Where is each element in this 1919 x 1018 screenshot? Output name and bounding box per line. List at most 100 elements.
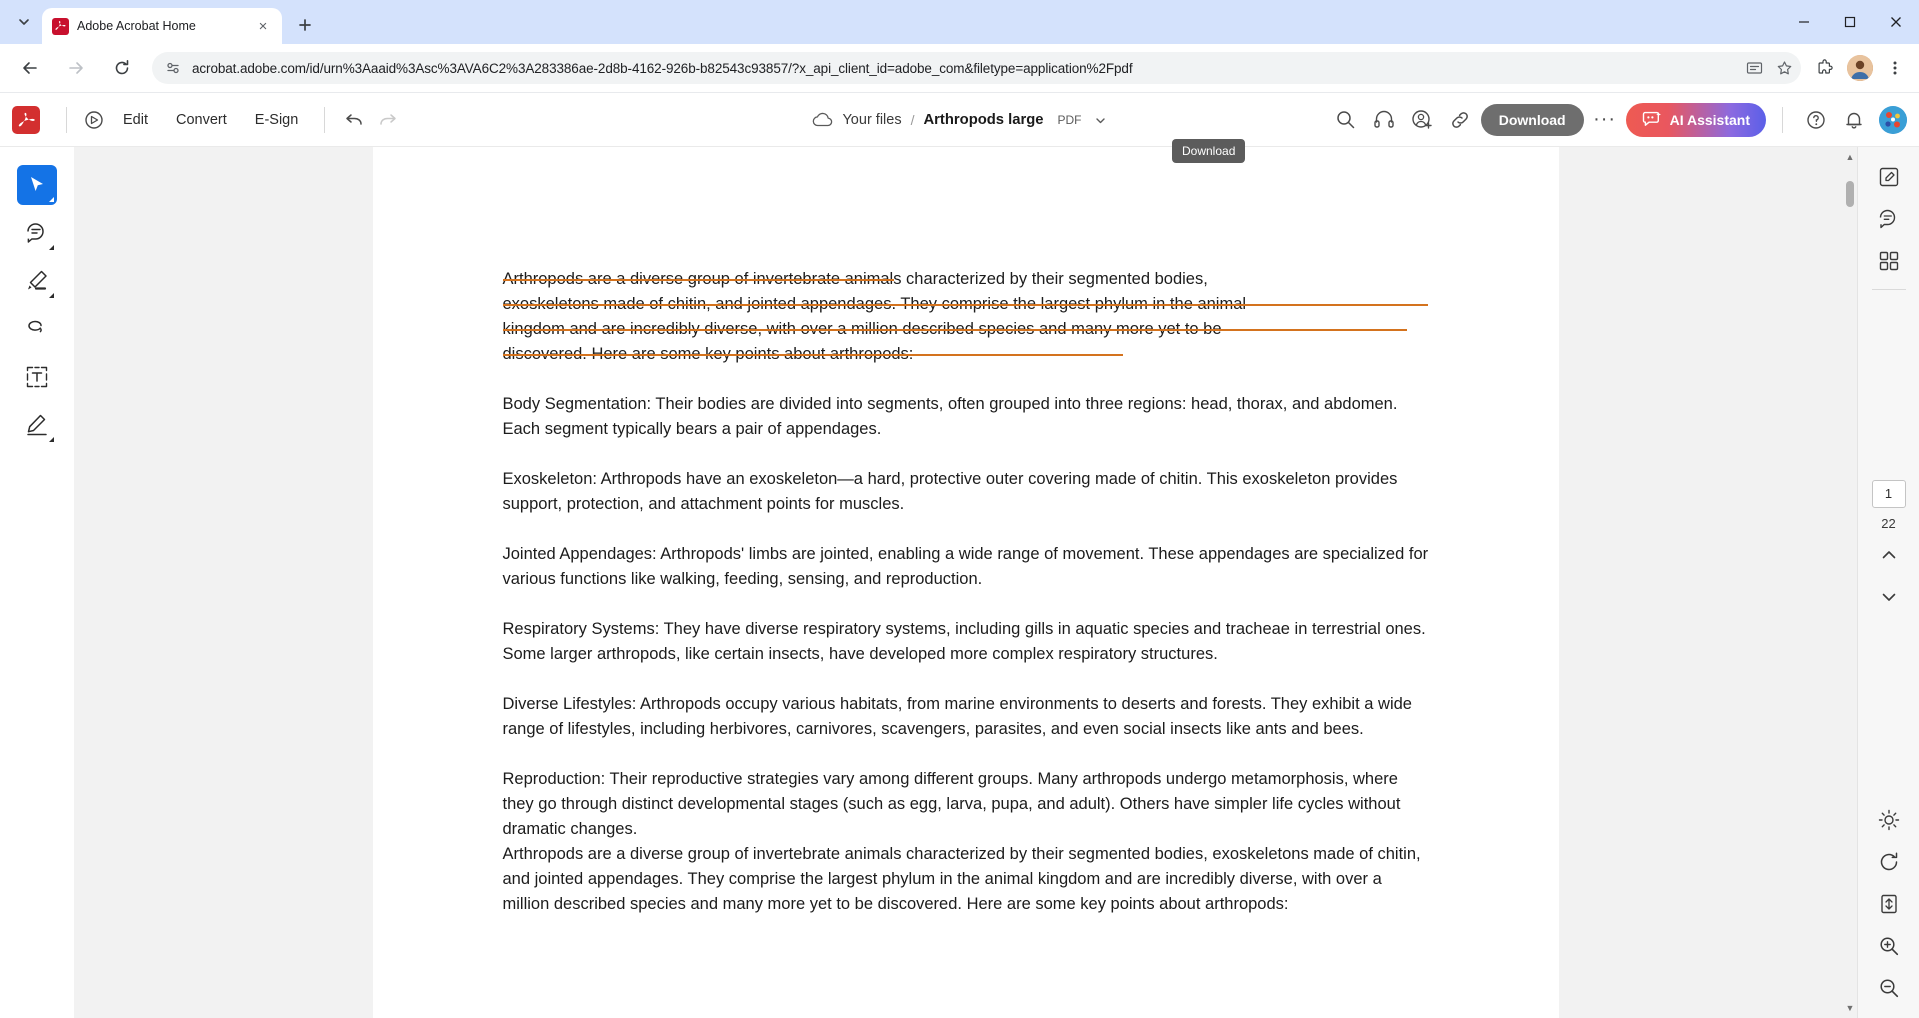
pdf-viewport[interactable]: Arthropods are a diverse group of invert…	[74, 147, 1857, 1018]
more-options-button[interactable]: ···	[1588, 103, 1622, 137]
window-controls	[1781, 0, 1919, 44]
tool-caret-icon	[49, 245, 54, 250]
paragraph-reproduction[interactable]: Reproduction: Their reproductive strateg…	[503, 767, 1429, 842]
link-icon[interactable]	[1443, 103, 1477, 137]
tab-title: Adobe Acrobat Home	[77, 19, 196, 33]
breadcrumb-separator: /	[910, 112, 915, 128]
file-type-badge: PDF	[1057, 113, 1082, 127]
tool-caret-icon	[49, 197, 54, 202]
bell-icon[interactable]	[1837, 103, 1871, 137]
adobe-acrobat-logo[interactable]	[12, 105, 40, 134]
edit-panel-icon[interactable]	[1869, 157, 1909, 197]
maximize-button[interactable]	[1827, 0, 1873, 44]
close-icon[interactable]: ×	[254, 17, 272, 35]
tool-caret-icon	[49, 293, 54, 298]
thumbnails-panel-icon[interactable]	[1869, 241, 1909, 281]
divider	[1871, 289, 1906, 290]
text-box-tool[interactable]	[17, 357, 57, 397]
rotate-icon[interactable]	[1869, 842, 1909, 882]
divider	[1782, 106, 1783, 133]
scan-icon[interactable]	[79, 105, 109, 135]
browser-tabstrip: Adobe Acrobat Home ×	[0, 0, 1919, 44]
divider	[66, 106, 67, 133]
undo-button[interactable]	[337, 105, 371, 135]
question-circle-icon[interactable]	[1799, 103, 1833, 137]
ai-assistant-label: AI Assistant	[1669, 111, 1750, 128]
select-tool[interactable]	[17, 165, 57, 205]
paragraph-body-segmentation[interactable]: Body Segmentation: Their bodies are divi…	[503, 392, 1429, 442]
ai-assistant-button[interactable]: AI Assistant	[1625, 102, 1766, 137]
search-icon[interactable]	[1329, 103, 1363, 137]
signature-tool[interactable]	[17, 405, 57, 445]
address-bar[interactable]: acrobat.adobe.com/id/urn%3Aaaid%3Asc%3AV…	[152, 52, 1801, 84]
kebab-menu-icon[interactable]	[1879, 52, 1911, 84]
struck-line: exoskeletons made of chitin, and jointed…	[502, 292, 1429, 317]
paragraph-exoskeleton[interactable]: Exoskeleton: Arthropods have an exoskele…	[503, 467, 1429, 517]
comment-tool[interactable]	[17, 213, 57, 253]
draw-tool[interactable]	[17, 309, 57, 349]
avatar[interactable]	[1847, 55, 1873, 81]
browser-window: Adobe Acrobat Home × acrobat.adobe.com/i…	[0, 0, 1919, 1018]
fit-page-icon[interactable]	[1869, 884, 1909, 924]
acrobat-app: Edit Convert E-Sign Your files / Arthrop…	[0, 92, 1919, 1018]
document-scrollbar[interactable]: ▲ ▼	[1843, 147, 1857, 1018]
download-button[interactable]: Download	[1480, 103, 1584, 136]
brightness-icon[interactable]	[1869, 800, 1909, 840]
cloud-icon	[812, 112, 834, 128]
add-person-icon[interactable]	[1405, 103, 1439, 137]
back-button[interactable]	[14, 52, 46, 84]
browser-toolbar: acrobat.adobe.com/id/urn%3Aaaid%3Asc%3AV…	[0, 44, 1919, 92]
url-text[interactable]: acrobat.adobe.com/id/urn%3Aaaid%3Asc%3AV…	[192, 61, 1735, 76]
tab-search-button[interactable]	[10, 8, 38, 36]
scroll-down-icon[interactable]: ▼	[1843, 1000, 1857, 1016]
breadcrumb-filename[interactable]: Arthropods large	[923, 112, 1043, 128]
divider	[324, 106, 326, 133]
comments-panel-icon[interactable]	[1869, 199, 1909, 239]
struck-line: discovered. Here are some key points abo…	[502, 342, 1429, 367]
forward-button[interactable]	[60, 52, 92, 84]
acrobat-header-actions: Download ··· AI Assistant	[1329, 102, 1907, 137]
breadcrumb-root[interactable]: Your files	[842, 112, 901, 128]
struck-line: kingdom and are incredibly diverse, with…	[502, 317, 1429, 342]
browser-tab-active[interactable]: Adobe Acrobat Home ×	[42, 8, 282, 44]
chevron-down-icon[interactable]	[1094, 114, 1107, 127]
paragraph-jointed-appendages[interactable]: Jointed Appendages: Arthropods' limbs ar…	[503, 542, 1429, 592]
menu-convert[interactable]: Convert	[162, 106, 241, 134]
minimize-button[interactable]	[1781, 0, 1827, 44]
toolbar-right-actions	[1809, 52, 1911, 84]
new-tab-button[interactable]	[290, 10, 320, 40]
puzzle-icon[interactable]	[1809, 52, 1841, 84]
close-window-button[interactable]	[1873, 0, 1919, 44]
adobe-acrobat-icon	[52, 17, 69, 35]
tool-caret-icon	[49, 437, 54, 442]
reload-button[interactable]	[106, 52, 138, 84]
cast-icon[interactable]	[1743, 57, 1765, 79]
next-page-button[interactable]	[1869, 577, 1909, 617]
zoom-out-icon[interactable]	[1869, 968, 1909, 1008]
page-number-input[interactable]: 1	[1871, 479, 1906, 508]
previous-page-button[interactable]	[1869, 535, 1909, 575]
struck-paragraph[interactable]: Arthropods are a diverse group of invert…	[502, 267, 1429, 367]
annotation-toolbar	[0, 147, 74, 1018]
menu-esign[interactable]: E-Sign	[241, 106, 313, 134]
ai-sparkle-icon	[1642, 111, 1662, 129]
redo-button[interactable]	[371, 105, 405, 135]
scrollbar-thumb[interactable]	[1846, 181, 1854, 207]
paragraph-diverse-lifestyles[interactable]: Diverse Lifestyles: Arthropods occupy va…	[503, 692, 1429, 742]
star-icon[interactable]	[1773, 57, 1795, 79]
pdf-page[interactable]: Arthropods are a diverse group of invert…	[372, 147, 1559, 1018]
acrobat-body: Arthropods are a diverse group of invert…	[0, 147, 1919, 1018]
paragraph-repeat-intro[interactable]: Arthropods are a diverse group of invert…	[503, 842, 1429, 917]
download-tooltip: Download	[1172, 139, 1246, 163]
struck-line: Arthropods are a diverse group of invert…	[502, 267, 1429, 292]
page-settings-icon[interactable]	[162, 57, 184, 79]
paragraph-respiratory-systems[interactable]: Respiratory Systems: They have diverse r…	[503, 617, 1429, 667]
zoom-in-icon[interactable]	[1869, 926, 1909, 966]
highlight-tool[interactable]	[17, 261, 57, 301]
page-total-label: 22	[1881, 515, 1896, 531]
right-panel-rail: 1 22	[1857, 147, 1919, 1018]
scroll-up-icon[interactable]: ▲	[1843, 149, 1857, 165]
menu-edit[interactable]: Edit	[109, 106, 162, 134]
user-avatar[interactable]	[1879, 105, 1907, 134]
headphones-icon[interactable]	[1367, 103, 1401, 137]
